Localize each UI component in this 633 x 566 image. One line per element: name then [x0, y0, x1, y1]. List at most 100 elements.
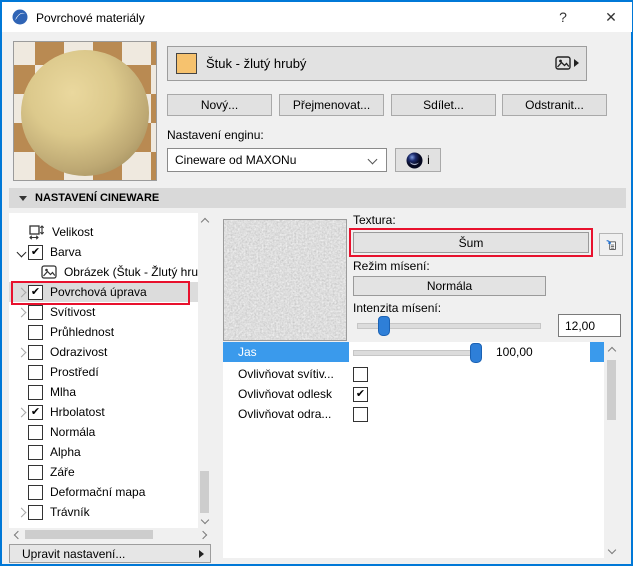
property-row-ovlivnovat-svitivost[interactable]: Ovlivňovat svítiv...: [223, 364, 604, 384]
tree-checkbox-pruhlednost[interactable]: [28, 324, 43, 340]
tree-item-alpha[interactable]: Alpha: [9, 442, 198, 462]
tree-item-label: Mlha: [50, 385, 77, 399]
tree-item-label: Velikost: [52, 225, 94, 239]
tree-expander-icon[interactable]: [14, 287, 28, 297]
tree-expander-icon[interactable]: [14, 247, 28, 257]
tree-expander-icon[interactable]: [14, 347, 28, 357]
texture-property-list: Jas 100,00 Ovlivňovat svítiv... Ovlivňovat …: [223, 342, 604, 558]
intensity-value: 12,00: [565, 318, 596, 333]
tree-item-deformacni-mapa[interactable]: Deformační mapa: [9, 482, 198, 502]
tree-checkbox-povrchova-uprava[interactable]: ✔: [28, 284, 43, 300]
tree-checkbox-deformacni-mapa[interactable]: [28, 484, 43, 500]
tree-item-label: Deformační mapa: [50, 485, 146, 499]
flyout-arrow-icon: [574, 59, 579, 67]
new-button[interactable]: Nový...: [167, 94, 272, 116]
property-row-ovlivnovat-odrazivost[interactable]: Ovlivňovat odra...: [223, 404, 604, 424]
selection-strip: [590, 342, 604, 362]
material-name-field[interactable]: Štuk - žlutý hrubý: [167, 46, 587, 81]
property-label: Ovlivňovat svítiv...: [238, 367, 334, 381]
properties-vertical-scrollbar[interactable]: [604, 342, 619, 558]
texture-label: Textura:: [353, 213, 396, 227]
info-label: i: [427, 153, 430, 167]
blend-intensity-label: Intenzita mísení:: [353, 301, 442, 315]
flyout-arrow-icon: [199, 549, 204, 558]
tree-item-obrazek[interactable]: Obrázek (Štuk - Žlutý hru: [9, 262, 198, 282]
tree-item-label: Prostředí: [50, 365, 99, 379]
cineware-section-header[interactable]: NASTAVENÍ CINEWARE: [9, 188, 626, 208]
tree-item-label: Záře: [50, 465, 75, 479]
section-title: NASTAVENÍ CINEWARE: [35, 192, 160, 204]
image-icon: [41, 265, 57, 279]
tree-expander-icon[interactable]: [14, 307, 28, 317]
tree-item-label: Obrázek (Štuk - Žlutý hru: [63, 265, 198, 279]
edit-settings-button[interactable]: Upravit nastavení...: [9, 544, 211, 563]
rename-button[interactable]: Přejmenovat...: [279, 94, 384, 116]
property-row-ovlivnovat-odlesk[interactable]: Ovlivňovat odlesk ✔: [223, 384, 604, 404]
tree-checkbox-hrbolatost[interactable]: ✔: [28, 404, 43, 420]
tree-item-mlha[interactable]: Mlha: [9, 382, 198, 402]
intensity-slider-thumb[interactable]: [377, 316, 390, 336]
tree-checkbox-alpha[interactable]: [28, 444, 43, 460]
tree-item-svitivost[interactable]: Svítivost: [9, 302, 198, 322]
jas-value-field[interactable]: 100,00: [491, 343, 590, 361]
material-color-swatch: [176, 53, 197, 74]
cinema4d-info-button[interactable]: i: [395, 148, 441, 172]
tree-checkbox-svitivost[interactable]: [28, 304, 43, 320]
tree-expander-icon[interactable]: [14, 507, 28, 517]
tree-checkbox-prostredi[interactable]: [28, 364, 43, 380]
size-icon: [29, 225, 45, 240]
property-checkbox-ovlivnovat-odlesk[interactable]: ✔: [353, 387, 368, 402]
tree-item-barva[interactable]: ✔ Barva: [9, 242, 198, 262]
load-texture-icon: [606, 239, 616, 250]
delete-button[interactable]: Odstranit...: [502, 94, 607, 116]
blend-mode-button[interactable]: Normála: [353, 276, 546, 296]
intensity-value-field[interactable]: 12,00: [558, 314, 621, 337]
texture-menu-button[interactable]: [599, 233, 623, 256]
tree-item-odrazivost[interactable]: Odrazivost: [9, 342, 198, 362]
engine-select[interactable]: Cineware od MAXONu: [167, 148, 387, 172]
window-title: Povrchové materiály: [36, 11, 145, 25]
title-bar[interactable]: Povrchové materiály ? ✕: [2, 2, 632, 32]
close-button[interactable]: ✕: [590, 2, 632, 32]
edit-settings-label: Upravit nastavení...: [22, 546, 126, 561]
tree-checkbox-odrazivost[interactable]: [28, 344, 43, 360]
tree-item-normala[interactable]: Normála: [9, 422, 198, 442]
tree-checkbox-barva[interactable]: ✔: [28, 244, 43, 260]
tree-expander-icon[interactable]: [14, 407, 28, 417]
tree-checkbox-mlha[interactable]: [28, 384, 43, 400]
tree-vertical-scrollbar[interactable]: [198, 213, 211, 528]
tree-item-povrchova-uprava[interactable]: ✔ Povrchová úprava: [9, 282, 198, 302]
tree-item-label: Hrbolatost: [50, 405, 105, 419]
texture-preview[interactable]: [223, 219, 347, 341]
tree-horizontal-scrollbar[interactable]: [9, 528, 211, 541]
preview-sphere: [21, 50, 149, 176]
tree-item-travnik[interactable]: Trávník: [9, 502, 198, 522]
tree-checkbox-travnik[interactable]: [28, 504, 43, 520]
property-checkbox-ovlivnovat-svitivost[interactable]: [353, 367, 368, 382]
property-label: Ovlivňovat odlesk: [238, 387, 333, 401]
texture-shader-button[interactable]: Šum: [353, 232, 589, 253]
noise-image: [224, 220, 346, 340]
tree-checkbox-zare[interactable]: [28, 464, 43, 480]
help-button[interactable]: ?: [542, 2, 584, 32]
tree-item-label: Normála: [50, 425, 96, 439]
jas-slider-track[interactable]: [353, 350, 482, 356]
share-button[interactable]: Sdílet...: [391, 94, 496, 116]
material-preview[interactable]: [13, 41, 157, 181]
property-label: Jas: [238, 345, 257, 359]
property-label: Ovlivňovat odra...: [238, 407, 332, 421]
tree-item-hrbolatost[interactable]: ✔ Hrbolatost: [9, 402, 198, 422]
tree-item-prostredi[interactable]: Prostředí: [9, 362, 198, 382]
chevron-down-icon: [367, 154, 378, 165]
tree-item-zare[interactable]: Záře: [9, 462, 198, 482]
tree-item-pruhlednost[interactable]: Průhlednost: [9, 322, 198, 342]
property-checkbox-ovlivnovat-odrazivost[interactable]: [353, 407, 368, 422]
material-picker-icon[interactable]: [555, 56, 579, 70]
section-collapse-icon: [19, 195, 27, 201]
surface-materials-dialog: Povrchové materiály ? ✕ Štuk - žlutý hru…: [0, 0, 633, 566]
tree-item-velikost[interactable]: Velikost: [9, 222, 198, 242]
tree-checkbox-normala[interactable]: [28, 424, 43, 440]
jas-slider-thumb[interactable]: [470, 343, 482, 363]
image-icon: [555, 56, 571, 70]
property-row-jas[interactable]: Jas 100,00: [223, 342, 604, 363]
